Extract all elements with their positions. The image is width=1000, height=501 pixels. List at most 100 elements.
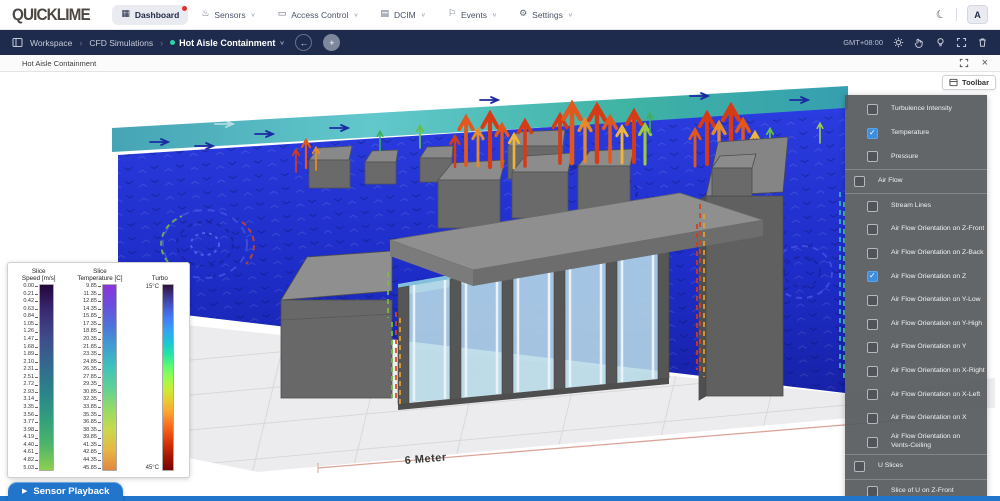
user-avatar[interactable]: A (967, 5, 988, 24)
main-nav: ▦ Dashboard ∨ ♨ Sensors ∨ ▭ Access Contr… (112, 5, 582, 25)
gear-icon[interactable] (893, 37, 904, 48)
chevron-down-icon: ∨ (353, 11, 358, 17)
fullscreen-icon[interactable] (956, 37, 967, 48)
cfd-viewport[interactable]: 6 Meter Toolbar Turbulence Intensity Tem… (0, 72, 1000, 501)
timezone-label[interactable]: GMT+08:00 (843, 38, 883, 47)
layer-row-air-flow-orientation-on-y[interactable]: Air Flow Orientation on Y (845, 336, 987, 360)
layer-checkbox[interactable] (867, 128, 878, 139)
legend-tick: 35.35 (83, 413, 101, 419)
toolbar-button[interactable]: Toolbar (942, 75, 996, 90)
app-root: { "topbar": { "logo": "QUICKLIME", "nav"… (0, 0, 1000, 501)
nav-item-settings[interactable]: ⚙ Settings ∨ (510, 5, 582, 25)
nav-item-dashboard[interactable]: ▦ Dashboard ∨ (112, 5, 188, 25)
sensor-playback-button[interactable]: ▶ Sensor Playback (8, 482, 123, 501)
layer-row-turbulence-intensity[interactable]: Turbulence Intensity (845, 98, 987, 122)
layer-checkbox[interactable] (867, 295, 878, 306)
legend-tick: 18.85 (83, 329, 101, 335)
close-icon[interactable]: × (982, 58, 988, 69)
legend-tick: 3.14 (23, 397, 38, 403)
layer-checkbox[interactable] (867, 389, 878, 400)
chevron-down-icon: ∨ (421, 11, 426, 17)
workspace-bar-tools: GMT+08:00 (843, 37, 988, 48)
layer-row-air-flow-orientation-on-x[interactable]: Air Flow Orientation on X (845, 407, 987, 431)
layer-checkbox[interactable] (867, 271, 878, 282)
layer-checkbox[interactable] (867, 248, 878, 259)
legend-tick: 3.77 (23, 420, 38, 426)
legend-tick: 9.85 (86, 284, 101, 290)
legend-tick: 24.85 (83, 360, 101, 366)
layer-row-air-flow[interactable]: Air Flow (845, 169, 987, 195)
legend-tick: 1.05 (23, 322, 38, 328)
sidebar-toggle-icon[interactable] (12, 37, 23, 48)
viewport-titlebar: Hot Aisle Containment × (0, 55, 1000, 72)
layer-row-air-flow-orientation-on-z[interactable]: Air Flow Orientation on Z (845, 265, 987, 289)
legend-tick: 0.00 (23, 284, 38, 290)
nav-item-dcim[interactable]: ▤ DCIM ∨ (372, 5, 435, 25)
layer-row-stream-lines[interactable]: Stream Lines (845, 194, 987, 218)
legend-tick: 26.35 (83, 367, 101, 373)
legend-tick: 1.68 (23, 345, 38, 351)
layer-row-air-flow-orientation-on-z-front[interactable]: Air Flow Orientation on Z-Front (845, 218, 987, 242)
chevron-down-icon: ∨ (279, 40, 284, 46)
layer-row-air-flow-orientation-on-x-right[interactable]: Air Flow Orientation on X-Right (845, 360, 987, 384)
legend-panel: Slice Speed [m/s] 0.000.210.420.630.841.… (7, 262, 190, 478)
legend-tick: 32.35 (83, 397, 101, 403)
layer-row-pressure[interactable]: Pressure (845, 145, 987, 169)
legend-tick: 36.85 (83, 420, 101, 426)
layer-checkbox[interactable] (867, 104, 878, 115)
legend-tick: 3.98 (23, 428, 38, 434)
layer-checkbox[interactable] (854, 461, 865, 472)
layer-checkbox[interactable] (867, 151, 878, 162)
layer-row-temperature[interactable]: Temperature (845, 122, 987, 146)
layer-checkbox[interactable] (867, 437, 878, 448)
breadcrumb-cfd-simulations[interactable]: CFD Simulations (89, 38, 153, 48)
layer-checkbox[interactable] (867, 366, 878, 377)
back-button[interactable]: ← (295, 34, 312, 51)
legend-tick: 2.93 (23, 390, 38, 396)
dark-mode-moon-icon[interactable]: ☾ (934, 7, 948, 23)
hand-pointer-icon[interactable] (914, 37, 925, 48)
legend-tick: 45.85 (83, 466, 101, 472)
layer-row-air-flow-orientation-on-y-high[interactable]: Air Flow Orientation on Y-High (845, 312, 987, 336)
dashboard-icon: ▦ (121, 10, 130, 19)
legend-tick: 20.35 (83, 337, 101, 343)
legend-tick: 14.35 (83, 307, 101, 313)
legend-tick: 30.85 (83, 390, 101, 396)
layer-checkbox[interactable] (867, 319, 878, 330)
layer-checkbox[interactable] (867, 224, 878, 235)
breadcrumb-current[interactable]: Hot Aisle Containment ∨ (170, 38, 284, 48)
legend-tick: 15.85 (83, 314, 101, 320)
legend-tick: 42.85 (83, 450, 101, 456)
legend-tick: 44.35 (83, 458, 101, 464)
chevron-down-icon: ∨ (568, 11, 573, 17)
layer-checkbox[interactable] (867, 342, 878, 353)
breadcrumb-workspace[interactable]: Workspace (30, 38, 72, 48)
nav-item-sensors[interactable]: ♨ Sensors ∨ (192, 5, 264, 25)
workspace-bar: Workspace › CFD Simulations › Hot Aisle … (0, 30, 1000, 55)
top-nav-bar: QUICKLIME ▦ Dashboard ∨ ♨ Sensors ∨ ▭ Ac… (0, 0, 1000, 30)
layer-checkbox[interactable] (867, 201, 878, 212)
layer-row-air-flow-orientation-on-vents-ceiling[interactable]: Air Flow Orientation on Vents-Ceiling (845, 430, 987, 454)
chevron-down-icon: ∨ (492, 11, 497, 17)
layer-checkbox[interactable] (854, 176, 865, 187)
expand-icon[interactable] (959, 58, 969, 68)
legend-tick: 17.35 (83, 322, 101, 328)
legend-tick: 4.19 (23, 435, 38, 441)
legend-tick: 39.85 (83, 435, 101, 441)
legend-tick: 3.35 (23, 405, 38, 411)
topbar-right: ☾ A (936, 5, 988, 24)
nav-item-access-control[interactable]: ▭ Access Control ∨ (269, 5, 368, 25)
trash-icon[interactable] (977, 37, 988, 48)
legend-tick: 21.85 (83, 345, 101, 351)
add-button[interactable]: + (323, 34, 340, 51)
legend-tick: 1.26 (23, 329, 38, 335)
dcim-icon: ▤ (381, 10, 390, 19)
nav-item-events[interactable]: ⚐ Events ∨ (439, 5, 506, 25)
layer-row-air-flow-orientation-on-x-left[interactable]: Air Flow Orientation on X-Left (845, 383, 987, 407)
layer-row-air-flow-orientation-on-y-low[interactable]: Air Flow Orientation on Y-Low (845, 289, 987, 313)
lightbulb-icon[interactable] (935, 37, 946, 48)
layer-row-u-slices[interactable]: U Slices (845, 454, 987, 480)
layer-checkbox[interactable] (867, 413, 878, 424)
layer-row-air-flow-orientation-on-z-back[interactable]: Air Flow Orientation on Z-Back (845, 242, 987, 266)
legend-tick: 0.63 (23, 307, 38, 313)
